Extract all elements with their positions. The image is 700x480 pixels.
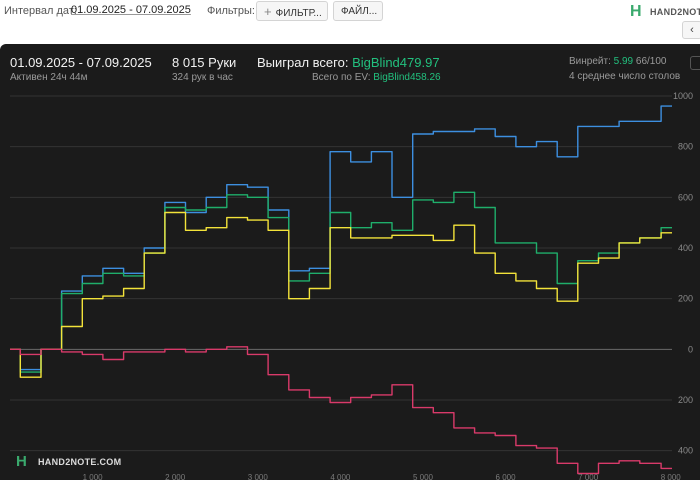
profit-graph: 1000 800 600 400 200 0 200 400 1 000 2 000 3 000 4… <box>10 91 693 480</box>
x-tick-label: 4 000 <box>330 473 351 480</box>
logo-mark-icon: H <box>630 3 642 20</box>
y-tick-label: 1000 <box>673 91 693 101</box>
y-tick-label: 0 <box>688 344 693 354</box>
y-tick-label: 400 <box>678 243 693 253</box>
logo-text: HAND2NOTE <box>650 7 700 17</box>
x-tick-labels: 1 000 2 000 3 000 4 000 5 000 6 000 7 000 8 000 <box>83 473 682 480</box>
filters-label: Фильтры: <box>207 5 255 17</box>
toolbar: Интервал дат: 01.09.2025 - 07.09.2025 Фи… <box>0 0 700 44</box>
x-tick-label: 6 000 <box>496 473 517 480</box>
y-tick-label: 400 <box>678 446 693 456</box>
graph-line-0 <box>10 105 672 371</box>
y-tick-labels: 1000 800 600 400 200 0 200 400 <box>673 91 693 456</box>
x-tick-label: 8 000 <box>661 473 682 480</box>
watermark-text: HAND2NOTE.COM <box>38 457 122 467</box>
graph-line-2 <box>10 211 672 378</box>
back-button[interactable]: ‹ <box>682 21 700 39</box>
graph-line-3 <box>10 346 672 475</box>
watermark-logo-icon: H <box>16 453 27 470</box>
y-tick-label: 200 <box>678 395 693 405</box>
x-tick-label: 3 000 <box>248 473 269 480</box>
plus-icon: + <box>264 4 272 19</box>
y-tick-label: 600 <box>678 192 693 202</box>
graph-line-1 <box>10 191 672 373</box>
x-tick-label: 1 000 <box>83 473 104 480</box>
x-tick-label: 5 000 <box>413 473 434 480</box>
filter-button-label: ФИЛЬТР... <box>275 8 322 19</box>
graph-lines <box>10 105 672 475</box>
y-tick-label: 200 <box>678 294 693 304</box>
date-interval-selector[interactable]: 01.09.2025 - 07.09.2025 <box>67 2 195 19</box>
file-button[interactable]: ФАЙЛ... <box>333 1 383 21</box>
x-tick-label: 7 000 <box>578 473 599 480</box>
y-tick-label: 800 <box>678 142 693 152</box>
interval-label: Интервал дат: <box>4 5 77 17</box>
filter-button[interactable]: + ФИЛЬТР... <box>256 1 328 21</box>
x-tick-label: 2 000 <box>165 473 186 480</box>
